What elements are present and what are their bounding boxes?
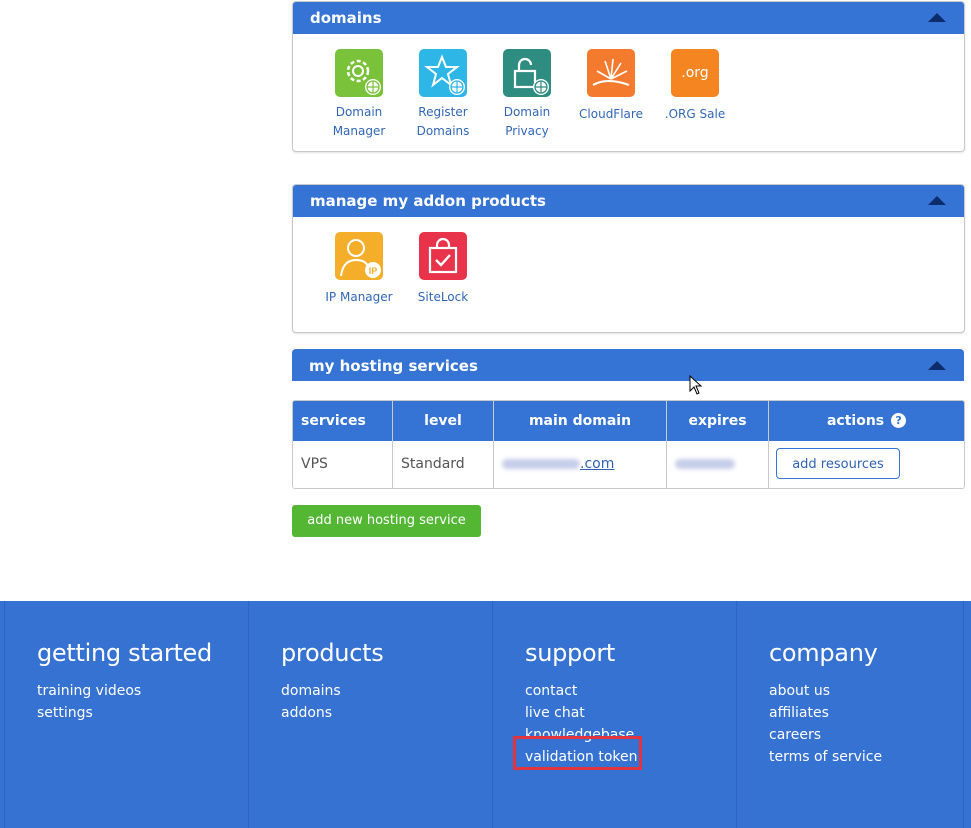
service-cell: VPS — [293, 441, 393, 488]
register-domains-tile[interactable]: Register Domains — [401, 49, 485, 141]
org-sale-label: .ORG Sale — [664, 107, 726, 121]
hosting-table: services level main domain expires actio… — [292, 400, 965, 489]
sitelock-tile[interactable]: SiteLock — [401, 232, 485, 307]
ip-manager-tile[interactable]: IP IP Manager — [317, 232, 401, 307]
cloudflare-icon — [587, 49, 635, 97]
main-domain-cell[interactable]: .com — [494, 441, 667, 488]
register-domains-icon — [419, 49, 467, 97]
domain-manager-tile[interactable]: Domain Manager — [317, 49, 401, 141]
collapse-arrow-icon[interactable] — [928, 196, 946, 205]
column-header-main-domain: main domain — [494, 401, 667, 441]
help-icon[interactable]: ? — [891, 413, 907, 428]
footer-link-affiliates[interactable]: affiliates — [769, 702, 882, 724]
footer-link-live-chat[interactable]: live chat — [525, 702, 638, 724]
table-row: VPS Standard .com add resources — [293, 441, 964, 488]
expires-cell — [667, 441, 769, 488]
addons-panel-header[interactable]: manage my addon products — [293, 185, 964, 217]
hosting-panel-title: my hosting services — [309, 357, 478, 375]
domain-privacy-tile[interactable]: Domain Privacy — [485, 49, 569, 141]
org-sale-tile[interactable]: .org .ORG Sale — [653, 49, 737, 141]
table-header-row: services level main domain expires actio… — [293, 401, 964, 441]
ip-manager-label: IP Manager — [325, 290, 393, 304]
cloudflare-label: CloudFlare — [579, 107, 643, 121]
footer-heading: getting started — [37, 639, 212, 667]
footer-heading: support — [525, 639, 616, 667]
column-header-level: level — [393, 401, 494, 441]
domain-privacy-icon — [503, 49, 551, 97]
footer-link-training-videos[interactable]: training videos — [37, 680, 141, 702]
domains-panel: domains Domain Manager Register Domains … — [292, 1, 965, 152]
register-domains-label: Register Domains — [416, 105, 470, 138]
footer-link-contact[interactable]: contact — [525, 680, 638, 702]
collapse-arrow-icon[interactable] — [928, 361, 946, 370]
footer-heading: products — [281, 639, 384, 667]
domains-panel-title: domains — [310, 9, 382, 27]
footer: getting started training videos settings… — [0, 601, 971, 828]
column-header-actions: actions ? — [769, 401, 964, 441]
footer-link-about-us[interactable]: about us — [769, 680, 882, 702]
footer-link-addons[interactable]: addons — [281, 702, 341, 724]
redacted-expiry — [675, 459, 735, 469]
add-resources-button[interactable]: add resources — [776, 448, 900, 479]
addons-panel: manage my addon products IP IP Manager S… — [292, 184, 965, 333]
domain-privacy-label: Domain Privacy — [503, 105, 551, 138]
column-header-expires: expires — [667, 401, 769, 441]
hosting-panel-header[interactable]: my hosting services — [292, 349, 964, 381]
sitelock-label: SiteLock — [417, 290, 469, 304]
footer-divider — [248, 601, 249, 828]
ip-manager-icon: IP — [335, 232, 383, 280]
org-sale-icon: .org — [671, 49, 719, 97]
collapse-arrow-icon[interactable] — [928, 13, 946, 22]
highlight-box — [513, 736, 642, 770]
level-cell: Standard — [393, 441, 494, 488]
domain-manager-icon — [335, 49, 383, 97]
redacted-domain — [502, 459, 580, 469]
footer-link-settings[interactable]: settings — [37, 702, 141, 724]
footer-divider — [736, 601, 737, 828]
column-header-services: services — [293, 401, 393, 441]
domain-manager-label: Domain Manager — [332, 105, 386, 138]
domains-panel-header[interactable]: domains — [293, 2, 964, 34]
footer-divider — [492, 601, 493, 828]
cloudflare-tile[interactable]: CloudFlare — [569, 49, 653, 141]
addons-panel-title: manage my addon products — [310, 192, 546, 210]
add-new-hosting-service-button[interactable]: add new hosting service — [292, 505, 481, 537]
sitelock-icon — [419, 232, 467, 280]
footer-heading: company — [769, 639, 878, 667]
svg-text:IP: IP — [369, 266, 378, 276]
domain-link[interactable]: .com — [580, 456, 614, 472]
mouse-cursor-icon — [689, 375, 703, 395]
footer-divider — [963, 601, 964, 828]
footer-link-terms-of-service[interactable]: terms of service — [769, 746, 882, 768]
footer-link-careers[interactable]: careers — [769, 724, 882, 746]
footer-link-domains[interactable]: domains — [281, 680, 341, 702]
footer-divider — [4, 601, 5, 828]
